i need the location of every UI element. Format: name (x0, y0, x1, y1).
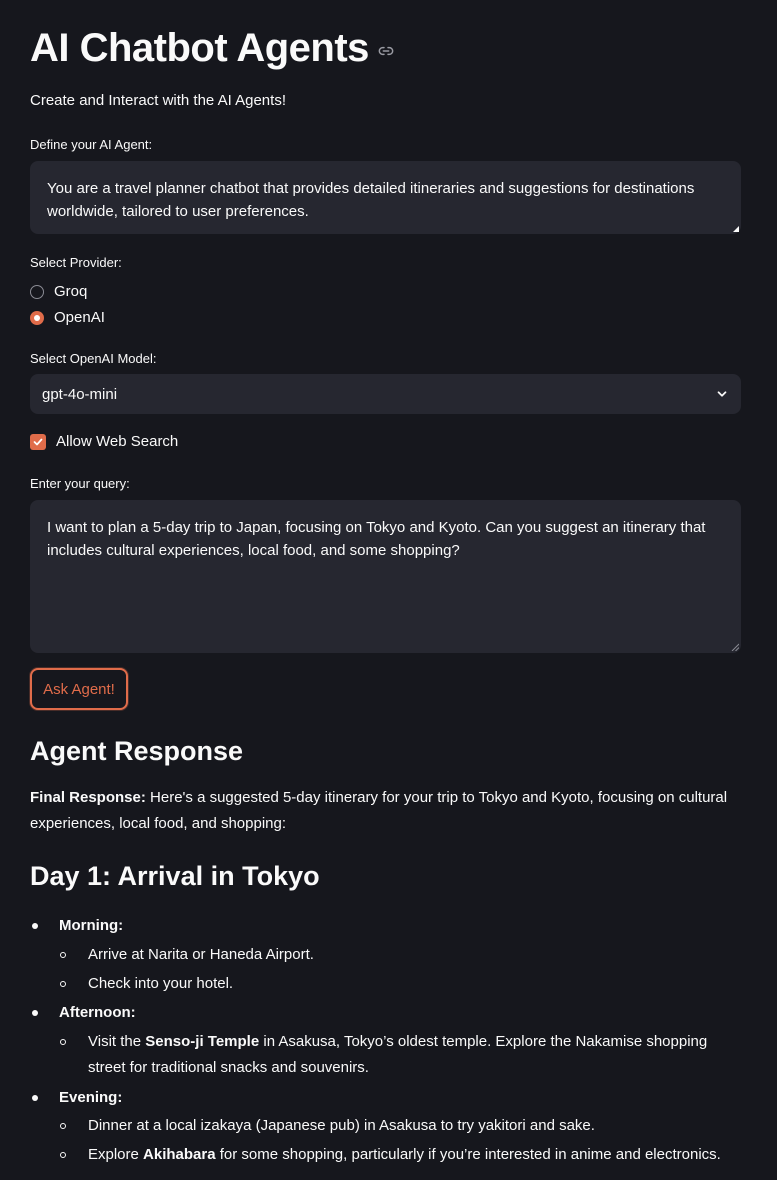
list-item: Check into your hotel. (60, 971, 740, 997)
list-item: Morning: (30, 917, 123, 934)
list-item-text: Explore Akihabara for some shopping, par… (88, 1142, 721, 1168)
provider-label: Select Provider: (30, 255, 122, 270)
list-item: Explore Akihabara for some shopping, par… (60, 1142, 740, 1168)
text-segment: for some shopping, particularly if you’r… (215, 1146, 721, 1163)
list-item: Afternoon: (30, 1004, 136, 1021)
model-select[interactable]: gpt-4o-mini (30, 374, 741, 414)
text-segment: Visit the (88, 1033, 146, 1050)
text-segment: Explore (88, 1146, 144, 1163)
page-title: AI Chatbot Agents (30, 26, 369, 70)
bullet-icon (32, 1094, 38, 1101)
title-row: AI Chatbot Agents (30, 22, 395, 74)
define-agent-text: You are a travel planner chatbot that pr… (47, 180, 695, 220)
section-title: Afternoon: (59, 1004, 136, 1021)
day1-heading: Day 1: Arrival in Tokyo (30, 861, 320, 891)
list-item-text: Visit the Senso-ji Temple in Asakusa, To… (88, 1029, 740, 1081)
list-item-text: Dinner at a local izakaya (Japanese pub)… (88, 1117, 595, 1134)
page-subtitle: Create and Interact with the AI Agents! (30, 92, 286, 109)
provider-option-groq[interactable]: Groq (30, 283, 87, 300)
ask-agent-button[interactable]: Ask Agent! (30, 668, 128, 710)
sub-bullet-icon (60, 1152, 66, 1158)
list-item-text: Arrive at Narita or Haneda Airport. (88, 946, 314, 963)
radio-checked-icon (30, 310, 44, 325)
provider-option-openai[interactable]: OpenAI (30, 309, 105, 326)
define-agent-textarea[interactable]: You are a travel planner chatbot that pr… (30, 161, 741, 234)
response-heading: Agent Response (30, 736, 244, 766)
bold-text: Akihabara (143, 1146, 216, 1163)
sub-bullet-icon (60, 952, 66, 958)
web-search-checkbox[interactable]: Allow Web Search (30, 433, 178, 450)
web-search-label: Allow Web Search (56, 433, 179, 450)
query-textarea[interactable]: I want to plan a 5-day trip to Japan, fo… (30, 500, 741, 653)
section-title: Evening: (59, 1089, 123, 1106)
model-label: Select OpenAI Model: (30, 351, 157, 366)
bullet-icon (32, 922, 38, 929)
query-text: I want to plan a 5-day trip to Japan, fo… (47, 519, 706, 559)
list-item: Visit the Senso-ji Temple in Asakusa, To… (60, 1029, 740, 1081)
list-item-text: Check into your hotel. (88, 975, 234, 992)
sub-bullet-icon (60, 1039, 66, 1045)
provider-option-label: Groq (54, 283, 88, 300)
define-agent-label: Define your AI Agent: (30, 137, 153, 152)
query-label: Enter your query: (30, 476, 130, 491)
resize-handle-icon[interactable] (731, 643, 739, 651)
bold-text: Senso-ji Temple (145, 1033, 260, 1050)
final-response-paragraph: Final Response: Here's a suggested 5-day… (30, 785, 741, 837)
section-title: Morning: (59, 917, 124, 934)
resize-handle-icon[interactable] (731, 224, 739, 232)
sub-bullet-icon (60, 981, 66, 987)
chevron-down-icon (717, 391, 727, 397)
list-item: Evening: (30, 1089, 122, 1106)
final-response-label: Final Response: (30, 789, 146, 806)
list-item: Arrive at Narita or Haneda Airport. (60, 942, 740, 968)
model-select-value: gpt-4o-mini (42, 385, 118, 403)
radio-unchecked-icon (30, 284, 44, 299)
link-icon[interactable] (377, 42, 395, 60)
list-item: Dinner at a local izakaya (Japanese pub)… (60, 1113, 740, 1139)
checkbox-checked-icon (30, 433, 46, 450)
bullet-icon (32, 1009, 38, 1016)
sub-bullet-icon (60, 1123, 66, 1129)
provider-option-label: OpenAI (54, 309, 105, 326)
